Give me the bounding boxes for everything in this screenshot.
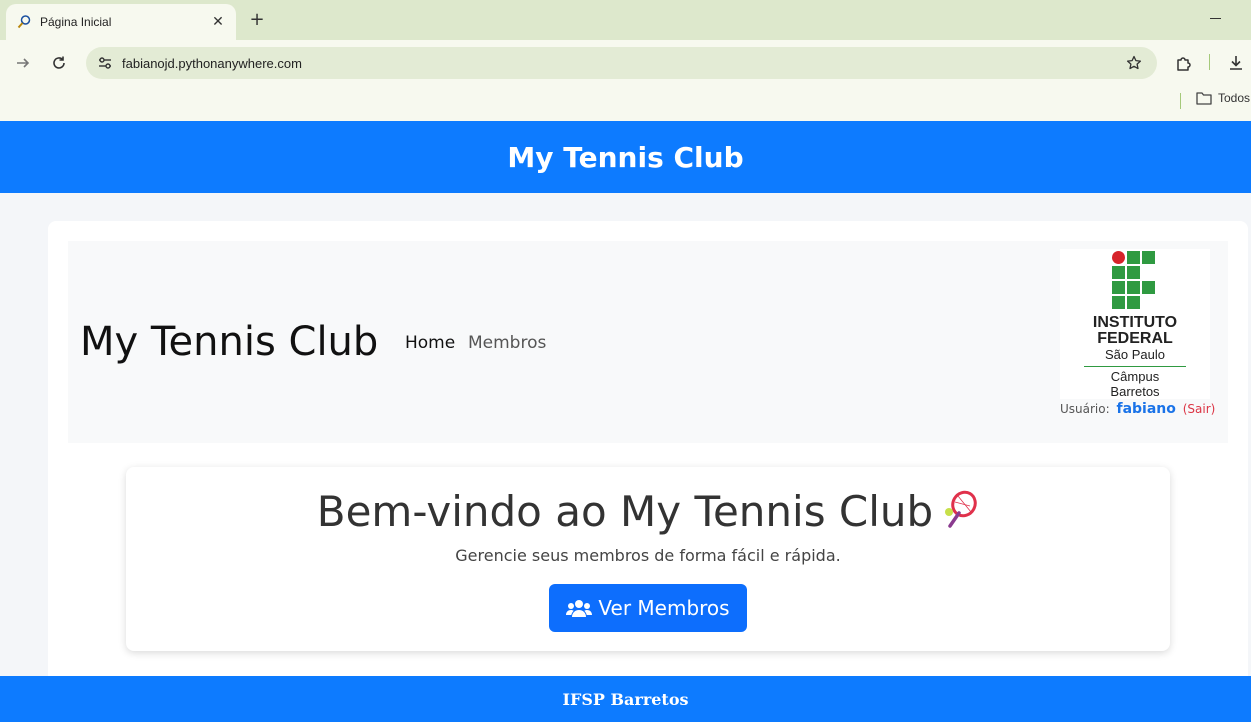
browser-tab[interactable]: Página Inicial ✕ xyxy=(6,4,236,40)
nav-link-home[interactable]: Home xyxy=(405,333,455,353)
logo-text-federal: FEDERAL xyxy=(1097,330,1173,347)
site-footer: IFSP Barretos xyxy=(0,676,1251,722)
logo-text-instituto: INSTITUTO xyxy=(1092,314,1178,331)
navbar: My Tennis Club Home Membros INSTITUTO FE… xyxy=(68,241,1228,443)
reload-icon[interactable] xyxy=(48,52,70,74)
tennis-favicon-icon xyxy=(16,14,32,30)
bookmark-star-icon[interactable] xyxy=(1125,54,1143,72)
main-card: My Tennis Club Home Membros INSTITUTO FE… xyxy=(48,221,1248,691)
welcome-subtitle: Gerencie seus membros de forma fácil e r… xyxy=(455,546,841,565)
site-header: My Tennis Club xyxy=(0,121,1251,193)
welcome-heading: Bem-vindo ao My Tennis Club xyxy=(126,487,1170,540)
url-text: fabianojd.pythonanywhere.com xyxy=(122,55,302,71)
new-tab-icon[interactable]: + xyxy=(246,9,268,31)
browser-tab-bar: Página Inicial ✕ + xyxy=(0,0,1251,40)
ifsp-logo: INSTITUTO FEDERAL São Paulo Câmpus Barre… xyxy=(1060,249,1210,399)
bookmark-folder-label: Todos xyxy=(1218,91,1251,105)
bookmark-folder-all[interactable]: Todos xyxy=(1196,91,1250,105)
toolbar-divider xyxy=(1209,54,1210,70)
nav-link-membros[interactable]: Membros xyxy=(468,333,546,353)
address-bar[interactable]: fabianojd.pythonanywhere.com xyxy=(86,47,1157,79)
view-members-label: Ver Membros xyxy=(598,596,730,620)
bookmarks-divider xyxy=(1180,93,1181,109)
tab-title: Página Inicial xyxy=(40,15,112,29)
logo-divider xyxy=(1084,366,1186,367)
minimize-window-icon[interactable] xyxy=(1206,8,1226,28)
tennis-racket-icon xyxy=(943,490,979,540)
forward-icon[interactable] xyxy=(12,52,34,74)
user-info: Usuário: fabiano (Sair) xyxy=(1060,401,1215,417)
user-name: fabiano xyxy=(1116,401,1176,417)
extensions-puzzle-icon[interactable] xyxy=(1173,52,1195,74)
browser-toolbar: fabianojd.pythonanywhere.com xyxy=(0,40,1251,85)
users-icon xyxy=(566,598,593,618)
close-tab-icon[interactable]: ✕ xyxy=(210,14,226,30)
ifsp-logo-mark xyxy=(1112,251,1156,311)
user-label: Usuário: xyxy=(1060,402,1110,416)
download-icon[interactable] xyxy=(1225,52,1247,74)
folder-icon xyxy=(1196,91,1212,105)
footer-text: IFSP Barretos xyxy=(562,689,689,709)
bookmarks-bar: Todos xyxy=(0,85,1251,121)
logo-text-barretos: Barretos xyxy=(1110,384,1160,399)
logout-link[interactable]: (Sair) xyxy=(1183,402,1216,416)
site-info-icon[interactable] xyxy=(96,54,114,72)
welcome-panel: Bem-vindo ao My Tennis Club Gerencie seu… xyxy=(126,467,1170,651)
logo-text-sao-paulo: São Paulo xyxy=(1105,347,1165,362)
navbar-brand[interactable]: My Tennis Club xyxy=(80,319,378,365)
site-title: My Tennis Club xyxy=(507,140,744,174)
welcome-heading-text: Bem-vindo ao My Tennis Club xyxy=(316,487,934,536)
logo-text-campus: Câmpus xyxy=(1110,369,1160,384)
view-members-button[interactable]: Ver Membros xyxy=(549,584,747,632)
